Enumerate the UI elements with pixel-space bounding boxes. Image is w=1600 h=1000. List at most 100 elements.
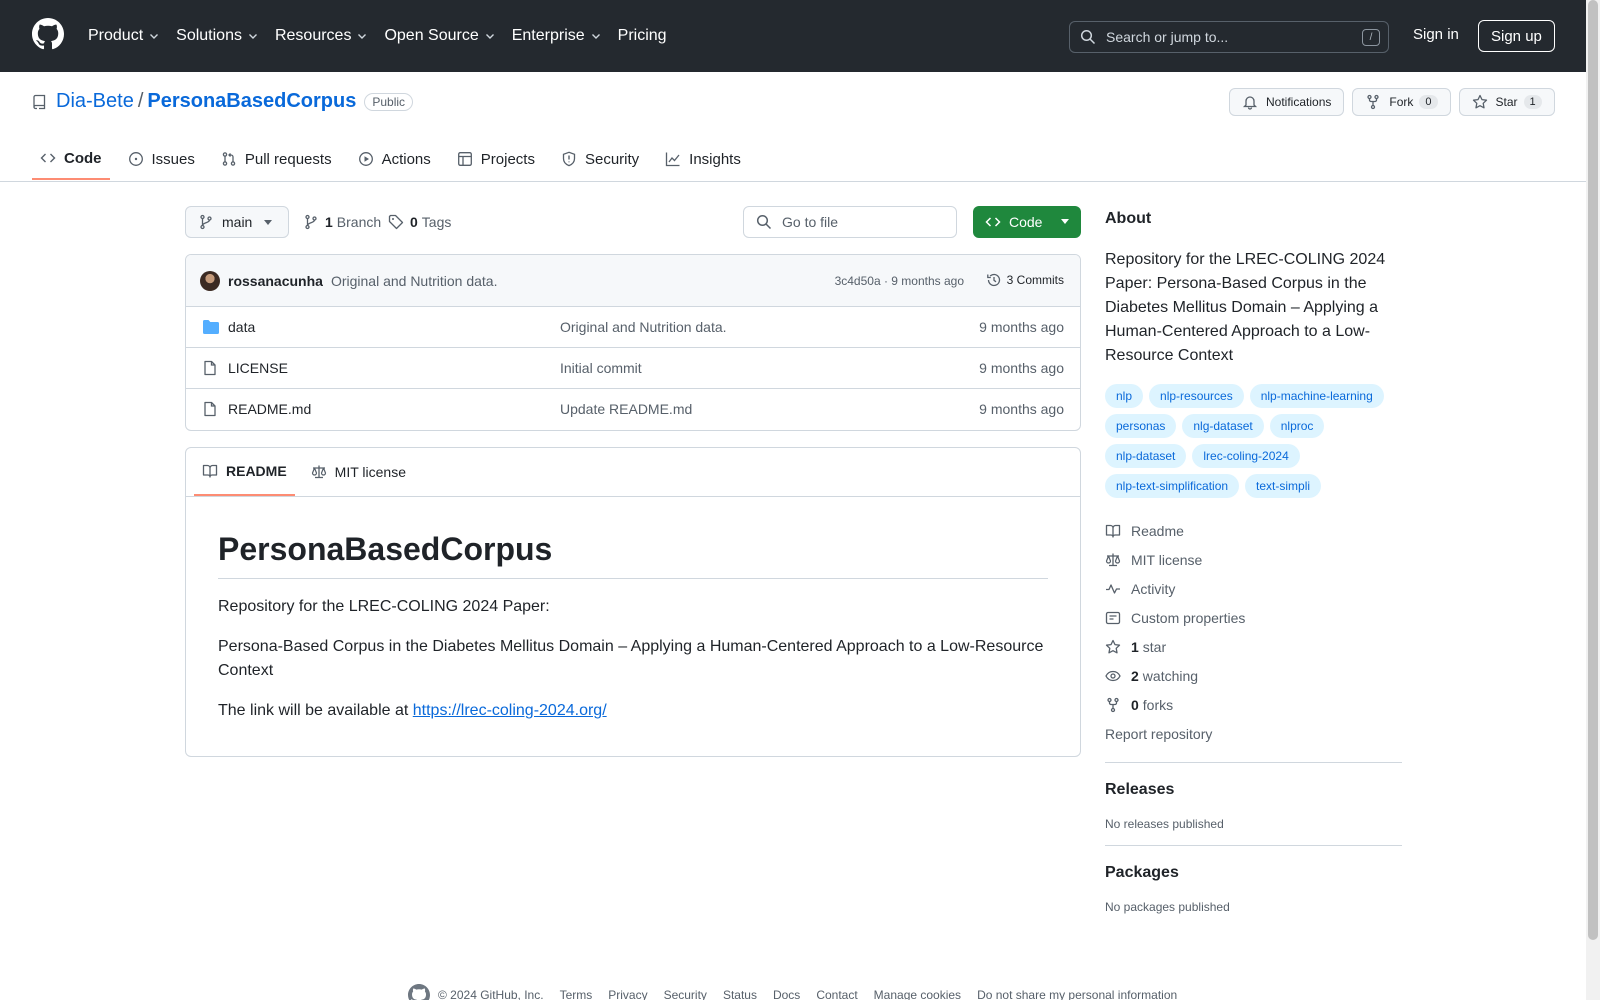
watchers-link[interactable]: 2 watching [1105,661,1402,690]
page-scrollbar[interactable] [1586,0,1600,1000]
activity-link[interactable]: Activity [1105,574,1402,603]
topic-tag[interactable]: nlp-machine-learning [1249,384,1384,408]
topic-tag[interactable]: nlp-resources [1149,384,1244,408]
readme-paragraph: Repository for the LREC-COLING 2024 Pape… [218,598,550,615]
tab-projects[interactable]: Projects [449,138,543,180]
meta-label: forks [1142,696,1174,713]
commits-history-link[interactable]: 3 Commits [986,272,1064,288]
commit-hash-time[interactable]: 3c4d50a · 9 months ago [835,274,964,288]
notifications-label: Notifications [1266,95,1332,109]
topic-tag[interactable]: nlg-dataset [1182,414,1264,438]
tab-pull-requests[interactable]: Pull requests [213,138,340,180]
license-link[interactable]: MIT license [1105,545,1402,574]
global-search-input[interactable]: Search or jump to... / [1069,21,1389,53]
tags-link[interactable]: 0 Tags [388,214,451,230]
readme-tabs: README MIT license [186,448,1080,497]
topic-tag[interactable]: nlp [1105,384,1144,408]
releases-heading[interactable]: Releases [1105,781,1402,799]
law-icon [311,464,335,480]
notifications-button[interactable]: Notifications [1229,88,1345,116]
tab-readme[interactable]: README [194,448,295,496]
tab-code[interactable]: Code [32,138,110,180]
branch-count: 1 [325,214,333,230]
file-icon [202,401,218,417]
topic-tag[interactable]: personas [1105,414,1177,438]
sign-up-button[interactable]: Sign up [1478,20,1555,52]
footer-link[interactable]: Privacy [608,988,647,1000]
stars-link[interactable]: 1 star [1105,632,1402,661]
footer-link[interactable]: Security [664,988,707,1000]
nav-solutions[interactable]: Solutions [176,27,259,45]
conference-link[interactable]: https://lrec-coling-2024.org/ [413,702,607,719]
file-row-license[interactable]: LICENSE Initial commit 9 months ago [186,348,1080,389]
footer-link[interactable]: Status [723,988,757,1000]
topic-list: nlp nlp-resources nlp-machine-learning p… [1105,384,1402,504]
meta-label: MIT license [1131,551,1203,568]
packages-empty: No packages published [1105,900,1230,914]
file-name-link[interactable]: LICENSE [228,360,288,376]
file-row-data[interactable]: data Original and Nutrition data. 9 mont… [186,307,1080,348]
caret-down-icon [1061,219,1069,225]
commit-author-link[interactable]: rossanacunha [228,273,323,289]
stars-count: 1 [1131,638,1139,655]
forks-count: 0 [1131,696,1139,713]
footer-link[interactable]: Terms [560,988,593,1000]
chevron-down-icon [148,30,160,42]
footer-link[interactable]: Manage cookies [874,988,961,1000]
topic-tag[interactable]: lrec-coling-2024 [1192,444,1300,468]
code-dropdown-button[interactable]: Code [973,206,1081,238]
file-name-link[interactable]: data [228,319,255,335]
code-icon [985,214,1001,230]
about-heading: About [1105,210,1152,227]
visibility-badge: Public [364,92,414,111]
branch-icon [303,214,319,230]
forks-link[interactable]: 0 forks [1105,690,1402,719]
branches-link[interactable]: 1 Branch [303,214,381,230]
go-to-file-input[interactable]: Go to file [743,206,957,238]
repo-tabs: Code Issues Pull requests Actions Projec… [32,138,759,182]
fork-button[interactable]: Fork 0 [1352,88,1451,116]
custom-properties-link[interactable]: Custom properties [1105,603,1402,632]
footer-link[interactable]: Contact [816,988,857,1000]
history-icon [986,272,1007,288]
readme-link[interactable]: Readme [1105,516,1402,545]
file-commit-message[interactable]: Initial commit [560,360,642,376]
latest-commit: rossanacunha Original and Nutrition data… [186,255,1080,307]
github-logo-icon[interactable] [32,18,64,50]
file-name-link[interactable]: README.md [228,401,311,417]
file-commit-date: 9 months ago [979,401,1064,417]
star-button[interactable]: Star 1 [1458,88,1555,116]
topic-tag[interactable]: nlp-dataset [1105,444,1187,468]
branch-selector-button[interactable]: main [185,206,289,238]
nav-pricing[interactable]: Pricing [618,27,667,45]
packages-heading[interactable]: Packages [1105,864,1402,882]
file-commit-message[interactable]: Update README.md [560,401,692,417]
topic-tag[interactable]: nlproc [1269,414,1325,438]
nav-open-source[interactable]: Open Source [384,27,495,45]
tab-mit-license[interactable]: MIT license [303,448,414,496]
tab-issues[interactable]: Issues [120,138,203,180]
avatar[interactable] [200,270,220,291]
topic-tag[interactable]: text-simpli [1245,474,1322,498]
nav-enterprise[interactable]: Enterprise [512,27,602,45]
sign-in-link[interactable]: Sign in [1413,26,1459,43]
footer-link[interactable]: Do not share my personal information [977,988,1177,1000]
file-commit-message[interactable]: Original and Nutrition data. [560,319,727,335]
file-row-readme[interactable]: README.md Update README.md 9 months ago [186,389,1080,430]
topic-tag[interactable]: nlp-text-simplification [1105,474,1240,498]
repo-name-link[interactable]: PersonaBasedCorpus [147,90,356,113]
github-mark-icon[interactable] [408,984,430,1000]
nav-product[interactable]: Product [88,27,160,45]
repo-owner-link[interactable]: Dia-Bete [56,90,134,113]
tab-security[interactable]: Security [553,138,647,180]
nav-resources[interactable]: Resources [275,27,368,45]
report-repository-link[interactable]: Report repository [1105,719,1402,748]
tab-label: Insights [689,150,741,168]
tab-insights[interactable]: Insights [657,138,749,180]
tab-actions[interactable]: Actions [350,138,439,180]
scrollbar-thumb[interactable] [1588,0,1598,940]
meta-label: Readme [1131,522,1184,539]
footer-link[interactable]: Docs [773,988,800,1000]
repo-actions: Notifications Fork 0 Star 1 [1229,88,1555,116]
commit-message-link[interactable]: Original and Nutrition data. [331,273,498,289]
